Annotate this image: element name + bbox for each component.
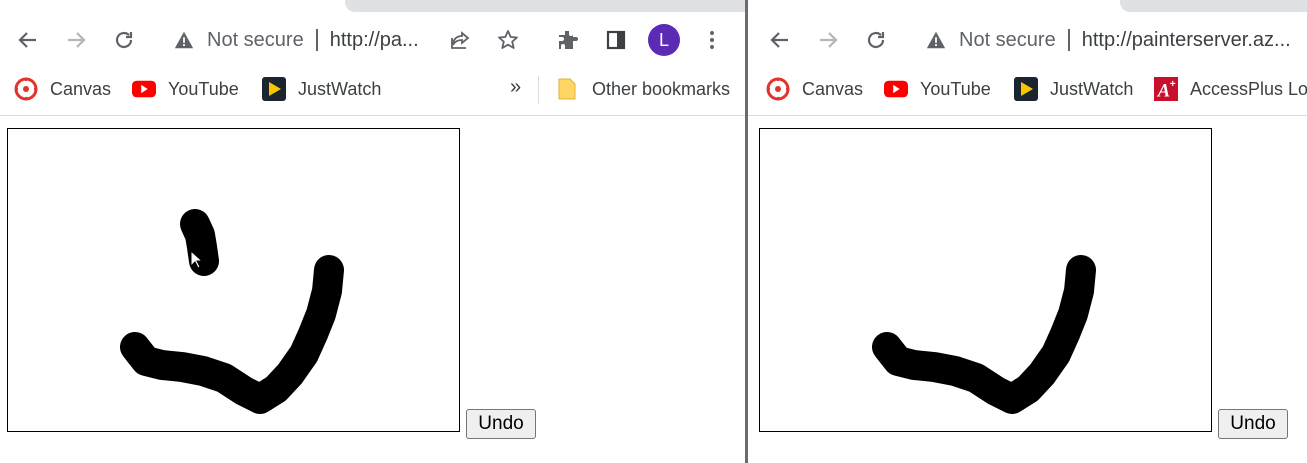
- right-browser-window: Not secure http://painterserver.az... Ca…: [748, 0, 1307, 463]
- svg-text:+: +: [1170, 79, 1176, 90]
- bookmark-label: YouTube: [168, 78, 239, 99]
- browser-toolbar: Not secure http://painterserver.az...: [748, 14, 1307, 66]
- menu-button[interactable]: [698, 26, 726, 54]
- youtube-icon: [132, 77, 156, 101]
- youtube-icon: [884, 77, 908, 101]
- side-panel-button[interactable]: [602, 26, 630, 54]
- forward-button[interactable]: [814, 26, 842, 54]
- accessplus-icon: A +: [1154, 77, 1178, 101]
- stroke-long: [872, 255, 1096, 414]
- back-button[interactable]: [766, 26, 794, 54]
- extensions-button[interactable]: [554, 26, 582, 54]
- bookmark-accessplus[interactable]: A + AccessPlus Log: [1154, 76, 1307, 102]
- toolbar-divider: [748, 115, 1307, 116]
- bookmark-label: Canvas: [802, 78, 864, 99]
- reload-icon: [867, 31, 885, 49]
- canvas-icon: [766, 77, 790, 101]
- justwatch-icon: [262, 77, 286, 101]
- side-panel-icon: [606, 30, 626, 50]
- back-arrow-icon: [18, 32, 36, 48]
- justwatch-icon: [1014, 77, 1038, 101]
- bookmarks-bar: Canvas YouTube JustWatch A + AccessPlus L…: [748, 66, 1307, 112]
- warning-icon: [926, 31, 946, 49]
- star-icon: [498, 30, 518, 49]
- left-browser-window: Not secure http://pa... L Canvas YouTube: [0, 0, 745, 463]
- mouse-cursor-icon: [190, 250, 204, 269]
- forward-arrow-icon: [68, 32, 86, 48]
- toolbar-divider: [0, 115, 745, 116]
- reload-icon: [115, 31, 133, 49]
- canvas-icon: [14, 77, 38, 101]
- bookmark-label: AccessPlus Log: [1190, 78, 1307, 99]
- address-separator: [1067, 29, 1070, 51]
- url-text: http://pa...: [329, 28, 419, 51]
- profile-avatar[interactable]: L: [648, 24, 680, 56]
- drawing-canvas[interactable]: [759, 128, 1212, 432]
- reload-button[interactable]: [110, 26, 138, 54]
- bookmark-youtube[interactable]: YouTube: [132, 76, 239, 102]
- bookmarks-separator: [538, 76, 539, 104]
- share-icon: [451, 31, 470, 49]
- address-bar[interactable]: Not secure http://pa...: [173, 24, 435, 56]
- other-bookmarks-label: Other bookmarks: [592, 78, 731, 99]
- address-separator: [315, 29, 318, 51]
- bookmark-justwatch[interactable]: JustWatch: [262, 76, 381, 102]
- bookmark-youtube[interactable]: YouTube: [884, 76, 991, 102]
- kebab-menu-icon: [710, 31, 714, 49]
- canvas-strokes: [872, 255, 1096, 414]
- puzzle-icon: [559, 31, 578, 49]
- stroke-long: [120, 255, 344, 414]
- tab-strip: [748, 0, 1307, 12]
- browser-toolbar: Not secure http://pa... L: [0, 14, 745, 66]
- back-button[interactable]: [14, 26, 42, 54]
- bookmark-label: YouTube: [920, 78, 991, 99]
- canvas-strokes: [120, 209, 344, 414]
- undo-button[interactable]: Undo: [1218, 409, 1288, 439]
- bookmark-canvas[interactable]: Canvas: [14, 76, 111, 102]
- svg-text:A: A: [1157, 80, 1170, 100]
- bookmark-label: JustWatch: [298, 78, 382, 99]
- security-label: Not secure: [959, 28, 1056, 51]
- warning-icon: [174, 31, 194, 49]
- reload-button[interactable]: [862, 26, 890, 54]
- other-bookmarks[interactable]: Other bookmarks: [556, 76, 730, 102]
- bookmark-label: JustWatch: [1050, 78, 1134, 99]
- bookmark-justwatch[interactable]: JustWatch: [1014, 76, 1133, 102]
- more-bookmarks-chevron[interactable]: »: [510, 76, 521, 99]
- undo-button[interactable]: Undo: [466, 409, 536, 439]
- back-arrow-icon: [770, 32, 788, 48]
- url-text: http://painterserver.az...: [1081, 28, 1291, 51]
- tab-strip: [0, 0, 745, 12]
- share-button[interactable]: [446, 26, 474, 54]
- bookmark-star-button[interactable]: [494, 26, 522, 54]
- drawing-canvas[interactable]: [7, 128, 460, 432]
- forward-button[interactable]: [62, 26, 90, 54]
- forward-arrow-icon: [820, 32, 838, 48]
- bookmark-label: Canvas: [50, 78, 112, 99]
- folder-icon: [556, 77, 580, 101]
- address-bar[interactable]: Not secure http://painterserver.az...: [925, 24, 1307, 56]
- bookmark-canvas[interactable]: Canvas: [766, 76, 863, 102]
- security-label: Not secure: [207, 28, 304, 51]
- bookmarks-bar: Canvas YouTube JustWatch » Other bookmar…: [0, 66, 745, 112]
